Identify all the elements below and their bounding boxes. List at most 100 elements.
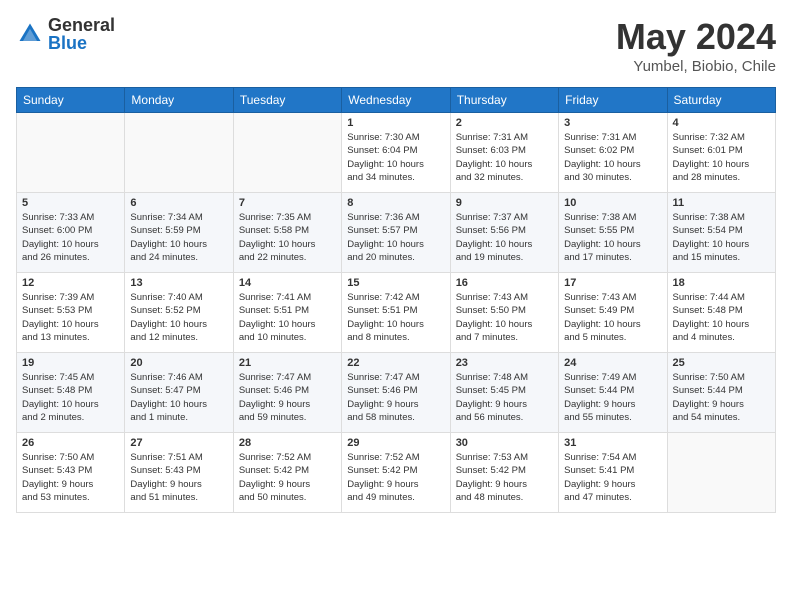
title-block: May 2024 Yumbel, Biobio, Chile	[616, 16, 776, 75]
day-number: 13	[130, 277, 227, 289]
day-number: 16	[456, 277, 553, 289]
week-row-2: 12 Sunrise: 7:39 AM Sunset: 5:53 PM Dayli…	[17, 273, 776, 353]
calendar-cell: 3 Sunrise: 7:31 AM Sunset: 6:02 PM Daylig…	[559, 113, 667, 193]
day-info: Sunrise: 7:50 AM Sunset: 5:43 PM Dayligh…	[22, 451, 119, 504]
day-number: 2	[456, 117, 553, 129]
day-info: Sunrise: 7:30 AM Sunset: 6:04 PM Dayligh…	[347, 131, 444, 184]
day-number: 8	[347, 197, 444, 209]
day-info: Sunrise: 7:46 AM Sunset: 5:47 PM Dayligh…	[130, 371, 227, 424]
day-number: 26	[22, 437, 119, 449]
day-info: Sunrise: 7:51 AM Sunset: 5:43 PM Dayligh…	[130, 451, 227, 504]
day-info: Sunrise: 7:45 AM Sunset: 5:48 PM Dayligh…	[22, 371, 119, 424]
day-info: Sunrise: 7:38 AM Sunset: 5:55 PM Dayligh…	[564, 211, 661, 264]
calendar-cell: 28 Sunrise: 7:52 AM Sunset: 5:42 PM Dayli…	[233, 433, 341, 513]
week-row-3: 19Sunrise: 7:45 AM Sunset: 5:48 PM Dayli…	[17, 353, 776, 433]
calendar-cell: 10Sunrise: 7:38 AM Sunset: 5:55 PM Dayli…	[559, 193, 667, 273]
calendar-cell: 5 Sunrise: 7:33 AM Sunset: 6:00 PM Daylig…	[17, 193, 125, 273]
calendar-cell: 15Sunrise: 7:42 AM Sunset: 5:51 PM Dayli…	[342, 273, 450, 353]
day-info: Sunrise: 7:39 AM Sunset: 5:53 PM Dayligh…	[22, 291, 119, 344]
calendar-cell	[125, 113, 233, 193]
day-number: 15	[347, 277, 444, 289]
day-header-monday: Monday	[125, 88, 233, 113]
calendar-cell: 27 Sunrise: 7:51 AM Sunset: 5:43 PM Dayli…	[125, 433, 233, 513]
day-info: Sunrise: 7:31 AM Sunset: 6:03 PM Dayligh…	[456, 131, 553, 184]
header: General Blue May 2024 Yumbel, Biobio, Ch…	[16, 16, 776, 75]
day-info: Sunrise: 7:34 AM Sunset: 5:59 PM Dayligh…	[130, 211, 227, 264]
day-info: Sunrise: 7:47 AM Sunset: 5:46 PM Dayligh…	[347, 371, 444, 424]
calendar-title: May 2024	[616, 16, 776, 58]
logo-icon	[16, 20, 44, 48]
calendar-cell: 7 Sunrise: 7:35 AM Sunset: 5:58 PM Daylig…	[233, 193, 341, 273]
day-info: Sunrise: 7:50 AM Sunset: 5:44 PM Dayligh…	[673, 371, 770, 424]
day-info: Sunrise: 7:31 AM Sunset: 6:02 PM Dayligh…	[564, 131, 661, 184]
day-info: Sunrise: 7:54 AM Sunset: 5:41 PM Dayligh…	[564, 451, 661, 504]
week-row-4: 26 Sunrise: 7:50 AM Sunset: 5:43 PM Dayli…	[17, 433, 776, 513]
calendar-cell	[667, 433, 775, 513]
calendar-cell	[17, 113, 125, 193]
day-number: 25	[673, 357, 770, 369]
day-number: 31	[564, 437, 661, 449]
day-number: 11	[673, 197, 770, 209]
day-number: 20	[130, 357, 227, 369]
day-info: Sunrise: 7:41 AM Sunset: 5:51 PM Dayligh…	[239, 291, 336, 344]
day-info: Sunrise: 7:32 AM Sunset: 6:01 PM Dayligh…	[673, 131, 770, 184]
day-header-saturday: Saturday	[667, 88, 775, 113]
logo: General Blue	[16, 16, 115, 52]
calendar-cell: 8Sunrise: 7:36 AM Sunset: 5:57 PM Daylig…	[342, 193, 450, 273]
day-header-row: SundayMondayTuesdayWednesdayThursdayFrid…	[17, 88, 776, 113]
calendar-cell: 4 Sunrise: 7:32 AM Sunset: 6:01 PM Daylig…	[667, 113, 775, 193]
calendar-cell	[233, 113, 341, 193]
day-number: 29	[347, 437, 444, 449]
calendar-cell: 23Sunrise: 7:48 AM Sunset: 5:45 PM Dayli…	[450, 353, 558, 433]
calendar-cell: 9Sunrise: 7:37 AM Sunset: 5:56 PM Daylig…	[450, 193, 558, 273]
calendar-cell: 24 Sunrise: 7:49 AM Sunset: 5:44 PM Dayli…	[559, 353, 667, 433]
day-info: Sunrise: 7:40 AM Sunset: 5:52 PM Dayligh…	[130, 291, 227, 344]
calendar-cell: 29Sunrise: 7:52 AM Sunset: 5:42 PM Dayli…	[342, 433, 450, 513]
day-number: 30	[456, 437, 553, 449]
day-info: Sunrise: 7:35 AM Sunset: 5:58 PM Dayligh…	[239, 211, 336, 264]
calendar-cell: 12 Sunrise: 7:39 AM Sunset: 5:53 PM Dayli…	[17, 273, 125, 353]
calendar-cell: 31 Sunrise: 7:54 AM Sunset: 5:41 PM Dayli…	[559, 433, 667, 513]
day-number: 9	[456, 197, 553, 209]
day-number: 5	[22, 197, 119, 209]
calendar-location: Yumbel, Biobio, Chile	[616, 58, 776, 75]
day-info: Sunrise: 7:43 AM Sunset: 5:50 PM Dayligh…	[456, 291, 553, 344]
logo-general-text: General	[48, 16, 115, 34]
day-number: 3	[564, 117, 661, 129]
calendar-table: SundayMondayTuesdayWednesdayThursdayFrid…	[16, 87, 776, 513]
day-info: Sunrise: 7:43 AM Sunset: 5:49 PM Dayligh…	[564, 291, 661, 344]
week-row-0: 1 Sunrise: 7:30 AM Sunset: 6:04 PM Daylig…	[17, 113, 776, 193]
calendar-cell: 6Sunrise: 7:34 AM Sunset: 5:59 PM Daylig…	[125, 193, 233, 273]
day-number: 24	[564, 357, 661, 369]
calendar-cell: 14 Sunrise: 7:41 AM Sunset: 5:51 PM Dayli…	[233, 273, 341, 353]
day-number: 1	[347, 117, 444, 129]
calendar-cell: 20 Sunrise: 7:46 AM Sunset: 5:47 PM Dayli…	[125, 353, 233, 433]
day-number: 22	[347, 357, 444, 369]
day-number: 4	[673, 117, 770, 129]
day-number: 28	[239, 437, 336, 449]
day-number: 17	[564, 277, 661, 289]
day-number: 12	[22, 277, 119, 289]
day-header-wednesday: Wednesday	[342, 88, 450, 113]
calendar-cell: 17 Sunrise: 7:43 AM Sunset: 5:49 PM Dayli…	[559, 273, 667, 353]
logo-text: General Blue	[48, 16, 115, 52]
day-info: Sunrise: 7:38 AM Sunset: 5:54 PM Dayligh…	[673, 211, 770, 264]
calendar-cell: 13 Sunrise: 7:40 AM Sunset: 5:52 PM Dayli…	[125, 273, 233, 353]
day-header-tuesday: Tuesday	[233, 88, 341, 113]
day-header-sunday: Sunday	[17, 88, 125, 113]
page: General Blue May 2024 Yumbel, Biobio, Ch…	[0, 0, 792, 529]
day-info: Sunrise: 7:49 AM Sunset: 5:44 PM Dayligh…	[564, 371, 661, 424]
day-info: Sunrise: 7:53 AM Sunset: 5:42 PM Dayligh…	[456, 451, 553, 504]
week-row-1: 5 Sunrise: 7:33 AM Sunset: 6:00 PM Daylig…	[17, 193, 776, 273]
calendar-cell: 25 Sunrise: 7:50 AM Sunset: 5:44 PM Dayli…	[667, 353, 775, 433]
day-info: Sunrise: 7:33 AM Sunset: 6:00 PM Dayligh…	[22, 211, 119, 264]
day-number: 14	[239, 277, 336, 289]
calendar-cell: 2 Sunrise: 7:31 AM Sunset: 6:03 PM Daylig…	[450, 113, 558, 193]
day-number: 7	[239, 197, 336, 209]
day-info: Sunrise: 7:52 AM Sunset: 5:42 PM Dayligh…	[239, 451, 336, 504]
logo-blue-text: Blue	[48, 34, 115, 52]
day-header-friday: Friday	[559, 88, 667, 113]
day-header-thursday: Thursday	[450, 88, 558, 113]
calendar-cell: 22 Sunrise: 7:47 AM Sunset: 5:46 PM Dayli…	[342, 353, 450, 433]
day-number: 27	[130, 437, 227, 449]
